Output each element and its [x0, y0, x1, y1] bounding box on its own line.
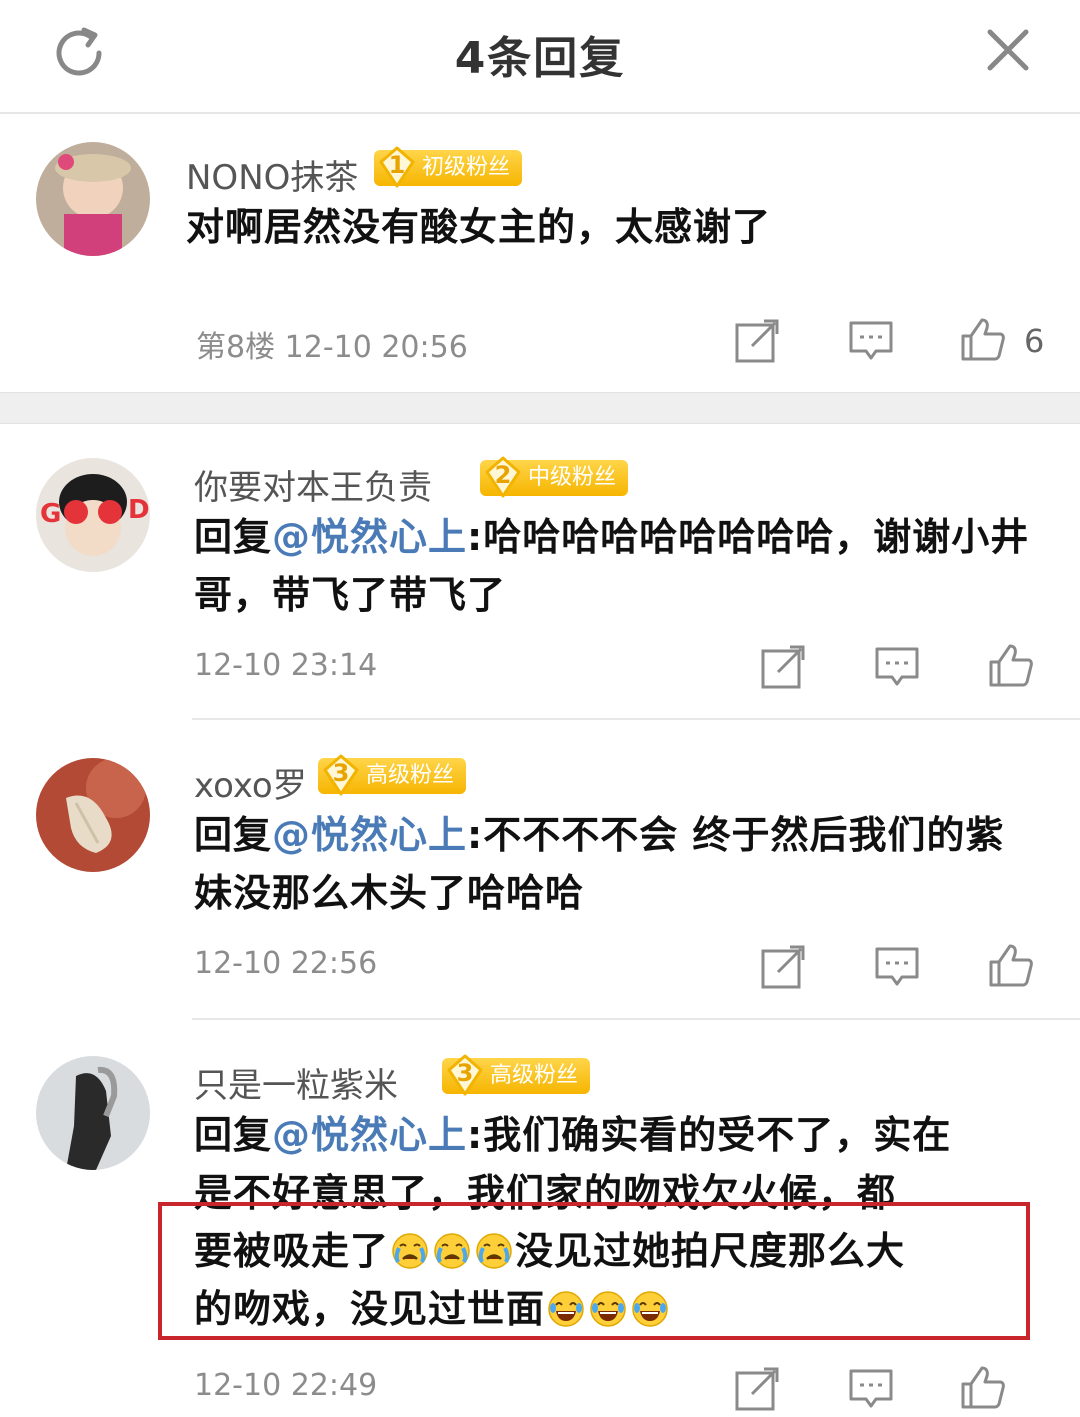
badge-level-icon: 1	[378, 146, 416, 188]
avatar[interactable]	[36, 142, 150, 256]
badge-label: 高级粉丝	[490, 1063, 579, 1088]
comment-icon[interactable]	[874, 644, 920, 690]
comment-text: 回复@悦然心上:哈哈哈哈哈哈哈哈哈，谢谢小井哥，带飞了带飞了	[194, 508, 1044, 624]
avatar[interactable]	[36, 1056, 150, 1170]
svg-text:G: G	[40, 499, 61, 529]
like-count: 6	[1024, 322, 1045, 360]
comment-body-1: :我们确实看的受不了，实在	[467, 1113, 952, 1157]
badge-level-icon: 2	[484, 456, 522, 498]
divider	[192, 1018, 1080, 1020]
repost-icon[interactable]	[760, 944, 806, 990]
username[interactable]: 你要对本王负责	[194, 460, 432, 509]
username[interactable]: 只是一粒紫米	[194, 1058, 398, 1107]
badge-level-icon: 3	[446, 1054, 484, 1096]
section-separator	[0, 392, 1080, 424]
fan-badge: 3 高级粉丝	[318, 758, 467, 794]
reply-prefix: 回复	[194, 515, 273, 559]
username[interactable]: NONO抹茶	[186, 150, 358, 199]
floor-number: 第8楼	[196, 330, 276, 365]
fan-badge: 2 中级粉丝	[480, 460, 629, 496]
comment-text: 对啊居然没有酸女主的，太感谢了	[186, 198, 1046, 256]
like-icon[interactable]	[960, 1364, 1006, 1410]
timestamp: 12-10 22:49	[194, 1368, 378, 1403]
fan-badge: 1 初级粉丝	[374, 150, 523, 186]
repost-icon[interactable]	[760, 644, 806, 690]
fan-badge: 3 高级粉丝	[442, 1058, 591, 1094]
mention-link[interactable]: @悦然心上	[272, 1113, 467, 1157]
reply-prefix: 回复	[194, 1113, 273, 1157]
badge-level: 3	[456, 1059, 474, 1087]
repost-icon[interactable]	[734, 1366, 780, 1412]
badge-level-icon: 3	[322, 754, 360, 796]
like-icon[interactable]	[988, 642, 1034, 688]
badge-level: 3	[332, 759, 350, 787]
comment-body: 对啊居然没有酸女主的，太感谢了	[186, 205, 772, 249]
comment-meta: 第8楼 12-10 20:56	[196, 322, 468, 366]
comment-text: 回复@悦然心上:不不不不会 终于然后我们的紫妹没那么木头了哈哈哈	[194, 806, 1034, 922]
timestamp: 12-10 20:56	[284, 330, 468, 365]
top-bar: 4条回复	[0, 0, 1080, 114]
page-title: 4条回复	[454, 33, 626, 84]
comment-icon[interactable]	[848, 318, 894, 364]
mention-link[interactable]: @悦然心上	[272, 515, 467, 559]
avatar[interactable]	[36, 758, 150, 872]
like-icon[interactable]	[960, 316, 1006, 362]
like-icon[interactable]	[988, 942, 1034, 988]
close-icon[interactable]	[984, 26, 1032, 74]
comment-icon[interactable]	[874, 944, 920, 990]
badge-label: 高级粉丝	[366, 763, 455, 788]
highlight-box	[158, 1202, 1030, 1340]
repost-icon[interactable]	[734, 318, 780, 364]
timestamp: 12-10 22:56	[194, 946, 378, 981]
svg-text:D: D	[128, 495, 150, 525]
comment-icon[interactable]	[848, 1366, 894, 1412]
comment-line-1: 回复@悦然心上:我们确实看的受不了，实在	[194, 1106, 1054, 1164]
reply-prefix: 回复	[194, 813, 273, 857]
mention-link[interactable]: @悦然心上	[272, 813, 467, 857]
badge-level: 2	[494, 461, 512, 489]
timestamp: 12-10 23:14	[194, 648, 378, 683]
badge-label: 初级粉丝	[422, 155, 511, 180]
avatar[interactable]: G D	[36, 458, 150, 572]
badge-label: 中级粉丝	[528, 465, 617, 490]
divider	[192, 718, 1080, 720]
badge-level: 1	[388, 151, 406, 179]
username[interactable]: xoxo罗	[194, 758, 307, 807]
